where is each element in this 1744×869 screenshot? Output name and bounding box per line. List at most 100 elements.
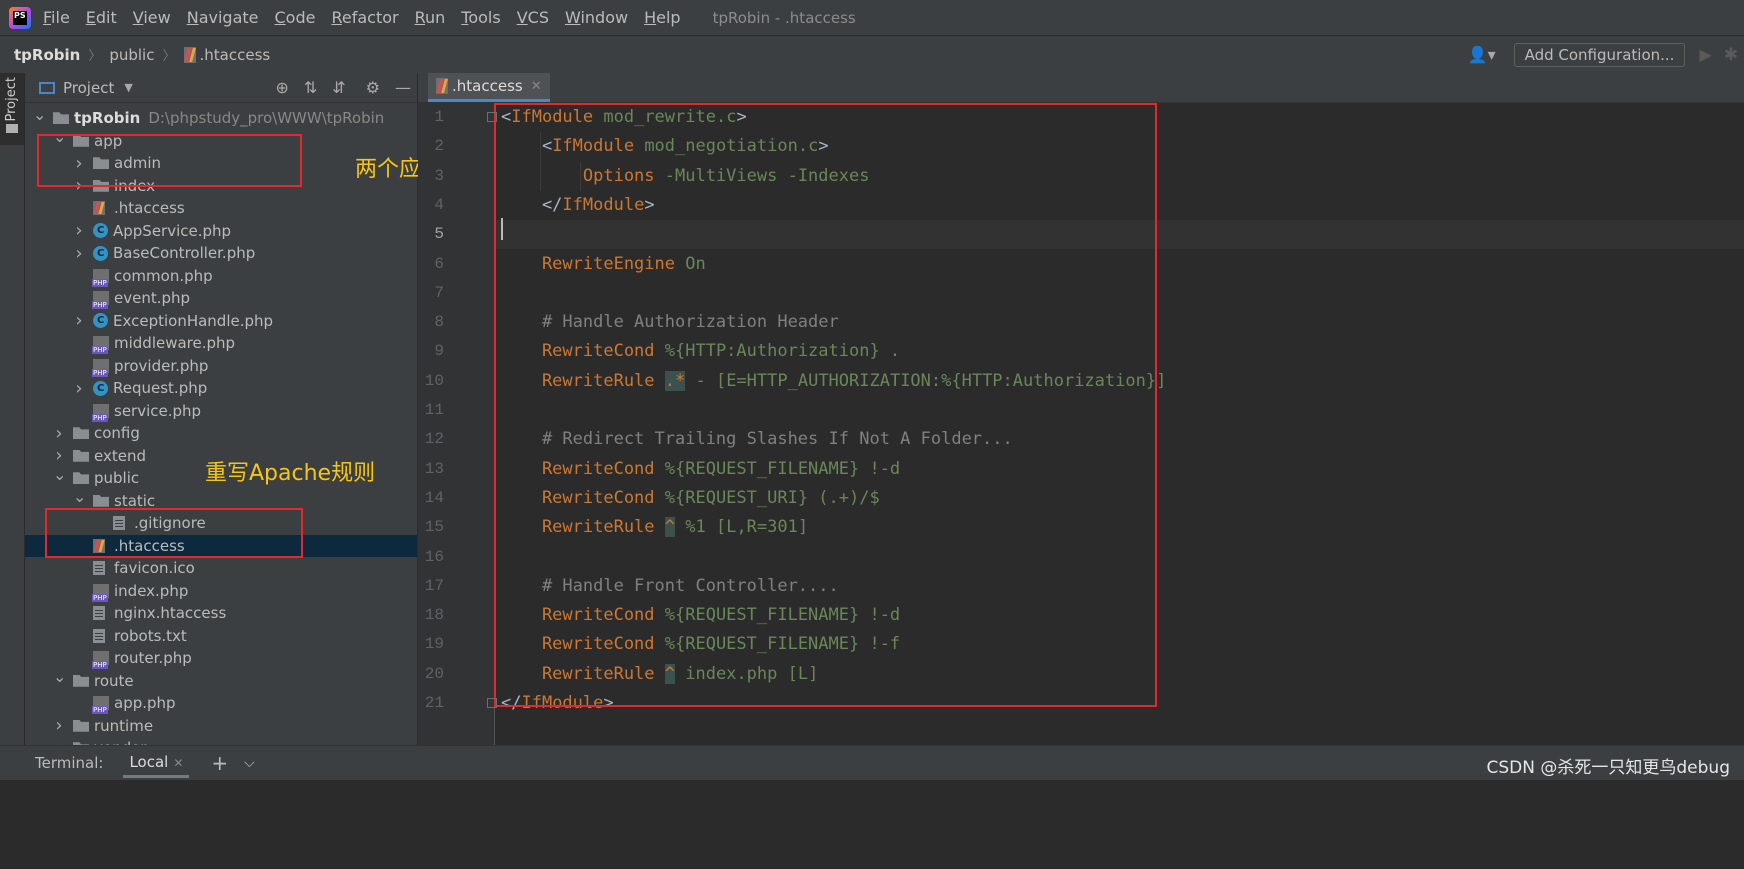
chevron-right-icon[interactable]: › <box>73 378 85 399</box>
tree-file[interactable]: › AppService.php <box>25 220 417 243</box>
menu-item-window[interactable]: Window <box>565 8 628 27</box>
close-icon[interactable]: ✕ <box>173 756 183 770</box>
code-line[interactable]: RewriteCond %{REQUEST_URI} (.+)/$ <box>495 484 1744 513</box>
collapse-all-icon[interactable]: ⇵ <box>332 78 345 97</box>
menu-item-refactor[interactable]: Refactor <box>331 8 398 27</box>
chevron-right-icon[interactable]: › <box>53 715 65 736</box>
expand-all-icon[interactable]: ⇅ <box>304 78 317 97</box>
chevron-down-icon[interactable]: ⌄ <box>53 127 66 146</box>
tree-folder-app[interactable]: ⌄ app <box>25 127 417 153</box>
project-panel-title[interactable]: Project <box>63 79 114 97</box>
tree-file[interactable]: event.php <box>25 287 417 310</box>
menu-item-navigate[interactable]: Navigate <box>187 8 259 27</box>
tree-folder-config[interactable]: › config <box>25 422 417 445</box>
fold-marker-icon[interactable] <box>487 698 497 708</box>
menu-item-help[interactable]: Help <box>644 8 680 27</box>
menu-item-run[interactable]: Run <box>415 8 446 27</box>
chevron-right-icon[interactable]: › <box>73 175 85 196</box>
code-line[interactable]: <IfModule mod_rewrite.c> <box>495 103 1744 132</box>
code-line[interactable] <box>495 220 1744 250</box>
add-configuration-button[interactable]: Add Configuration... <box>1513 42 1686 67</box>
tree-file[interactable]: › Request.php <box>25 377 417 400</box>
locate-icon[interactable]: ⊕ <box>275 78 288 97</box>
tree-file[interactable]: › ExceptionHandle.php <box>25 310 417 333</box>
menu-item-file[interactable]: File <box>43 8 70 27</box>
tree-file[interactable]: router.php <box>25 647 417 670</box>
code-line[interactable]: # Handle Front Controller.... <box>495 572 1744 601</box>
code-line[interactable]: RewriteCond %{REQUEST_FILENAME} !-f <box>495 630 1744 659</box>
chevron-down-icon[interactable]: ⌵ <box>244 755 255 771</box>
menu-item-tools[interactable]: Tools <box>461 8 500 27</box>
tree-file[interactable]: .gitignore <box>25 512 417 535</box>
project-tool-button[interactable]: Project <box>0 73 24 145</box>
user-dropdown-icon[interactable]: 👤▾ <box>1468 45 1496 64</box>
code-line[interactable]: # Redirect Trailing Slashes If Not A Fol… <box>495 425 1744 454</box>
code-line[interactable]: RewriteEngine On <box>495 250 1744 279</box>
tree-file[interactable]: middleware.php <box>25 332 417 355</box>
menu-item-edit[interactable]: Edit <box>86 8 117 27</box>
tree-file[interactable]: robots.txt <box>25 625 417 648</box>
tree-file[interactable]: common.php <box>25 265 417 288</box>
code-line[interactable]: <IfModule mod_negotiation.c> <box>495 132 1744 161</box>
tree-folder-static[interactable]: ⌄ static <box>25 487 417 513</box>
line-number: 7 <box>434 283 444 302</box>
run-icon[interactable]: ▶ <box>1699 45 1711 64</box>
code-line[interactable]: RewriteCond %{REQUEST_FILENAME} !-d <box>495 601 1744 630</box>
code-line[interactable]: Options -MultiViews -Indexes <box>495 162 1744 191</box>
chevron-down-icon[interactable]: ⌄ <box>33 105 46 124</box>
code-line[interactable]: RewriteCond %{HTTP:Authorization} . <box>495 337 1744 366</box>
tree-file[interactable]: .htaccess <box>25 197 417 220</box>
chevron-right-icon[interactable]: › <box>73 153 85 174</box>
tree-folder-route[interactable]: ⌄ route <box>25 667 417 693</box>
gear-icon[interactable]: ⚙ <box>366 78 380 97</box>
menu-item-code[interactable]: Code <box>275 8 316 27</box>
chevron-down-icon[interactable]: ⌄ <box>73 487 86 506</box>
breadcrumb-folder[interactable]: public <box>109 46 154 64</box>
tree-file[interactable]: index.php <box>25 580 417 603</box>
chevron-down-icon[interactable]: ⌄ <box>53 667 66 686</box>
text-file-icon <box>93 606 105 621</box>
code-line[interactable] <box>495 543 1744 572</box>
chevron-right-icon[interactable]: › <box>53 423 65 444</box>
fold-marker-icon[interactable] <box>487 112 497 122</box>
tree-file[interactable]: › BaseController.php <box>25 242 417 265</box>
chevron-right-icon[interactable]: › <box>73 310 85 331</box>
breadcrumb-file[interactable]: .htaccess <box>200 46 271 64</box>
tree-file[interactable]: nginx.htaccess <box>25 602 417 625</box>
tree-item-label: Request.php <box>113 379 208 398</box>
code-line[interactable] <box>495 279 1744 308</box>
breadcrumb-project[interactable]: tpRobin <box>14 46 80 64</box>
add-terminal-icon[interactable]: + <box>211 751 228 775</box>
tree-item-label: provider.php <box>114 356 209 375</box>
chevron-down-icon[interactable]: ⌄ <box>53 465 66 484</box>
code-line[interactable]: </IfModule> <box>495 689 1744 718</box>
chevron-right-icon[interactable]: › <box>73 243 85 264</box>
debug-icon[interactable]: ✱ <box>1724 45 1738 65</box>
tree-folder-tpRobin[interactable]: ⌄ tpRobin D:\phpstudy_pro\WWW\tpRobin <box>25 105 417 130</box>
terminal-tab-local[interactable]: Local ✕ <box>123 749 190 778</box>
chevron-down-icon[interactable]: ▼ <box>124 81 132 94</box>
tree-file[interactable]: provider.php <box>25 355 417 378</box>
code-line[interactable]: </IfModule> <box>495 191 1744 220</box>
hide-icon[interactable]: — <box>395 78 411 97</box>
code-line[interactable] <box>495 396 1744 425</box>
tree-folder-runtime[interactable]: › runtime <box>25 715 417 738</box>
chevron-right-icon[interactable]: › <box>53 445 65 466</box>
chevron-right-icon[interactable]: › <box>73 220 85 241</box>
tree-file[interactable]: service.php <box>25 400 417 423</box>
close-icon[interactable]: ✕ <box>531 79 542 94</box>
menu-item-view[interactable]: View <box>133 8 171 27</box>
code-line[interactable]: RewriteRule ^ index.php [L] <box>495 660 1744 689</box>
htaccess-file-icon <box>93 201 105 216</box>
tree-file[interactable]: .htaccess <box>25 534 417 557</box>
code-line[interactable]: RewriteRule ^ %1 [L,R=301] <box>495 513 1744 542</box>
code-line[interactable]: RewriteRule .* - [E=HTTP_AUTHORIZATION:%… <box>495 367 1744 396</box>
tree-file[interactable]: favicon.ico <box>25 557 417 580</box>
menu-item-vcs[interactable]: VCS <box>517 8 549 27</box>
tree-file[interactable]: app.php <box>25 692 417 715</box>
tab-htaccess[interactable]: .htaccess ✕ <box>428 73 550 102</box>
code-line[interactable]: # Handle Authorization Header <box>495 308 1744 337</box>
code-editor[interactable]: <IfModule mod_rewrite.c> <IfModule mod_n… <box>495 103 1744 745</box>
code-line[interactable]: RewriteCond %{REQUEST_FILENAME} !-d <box>495 455 1744 484</box>
